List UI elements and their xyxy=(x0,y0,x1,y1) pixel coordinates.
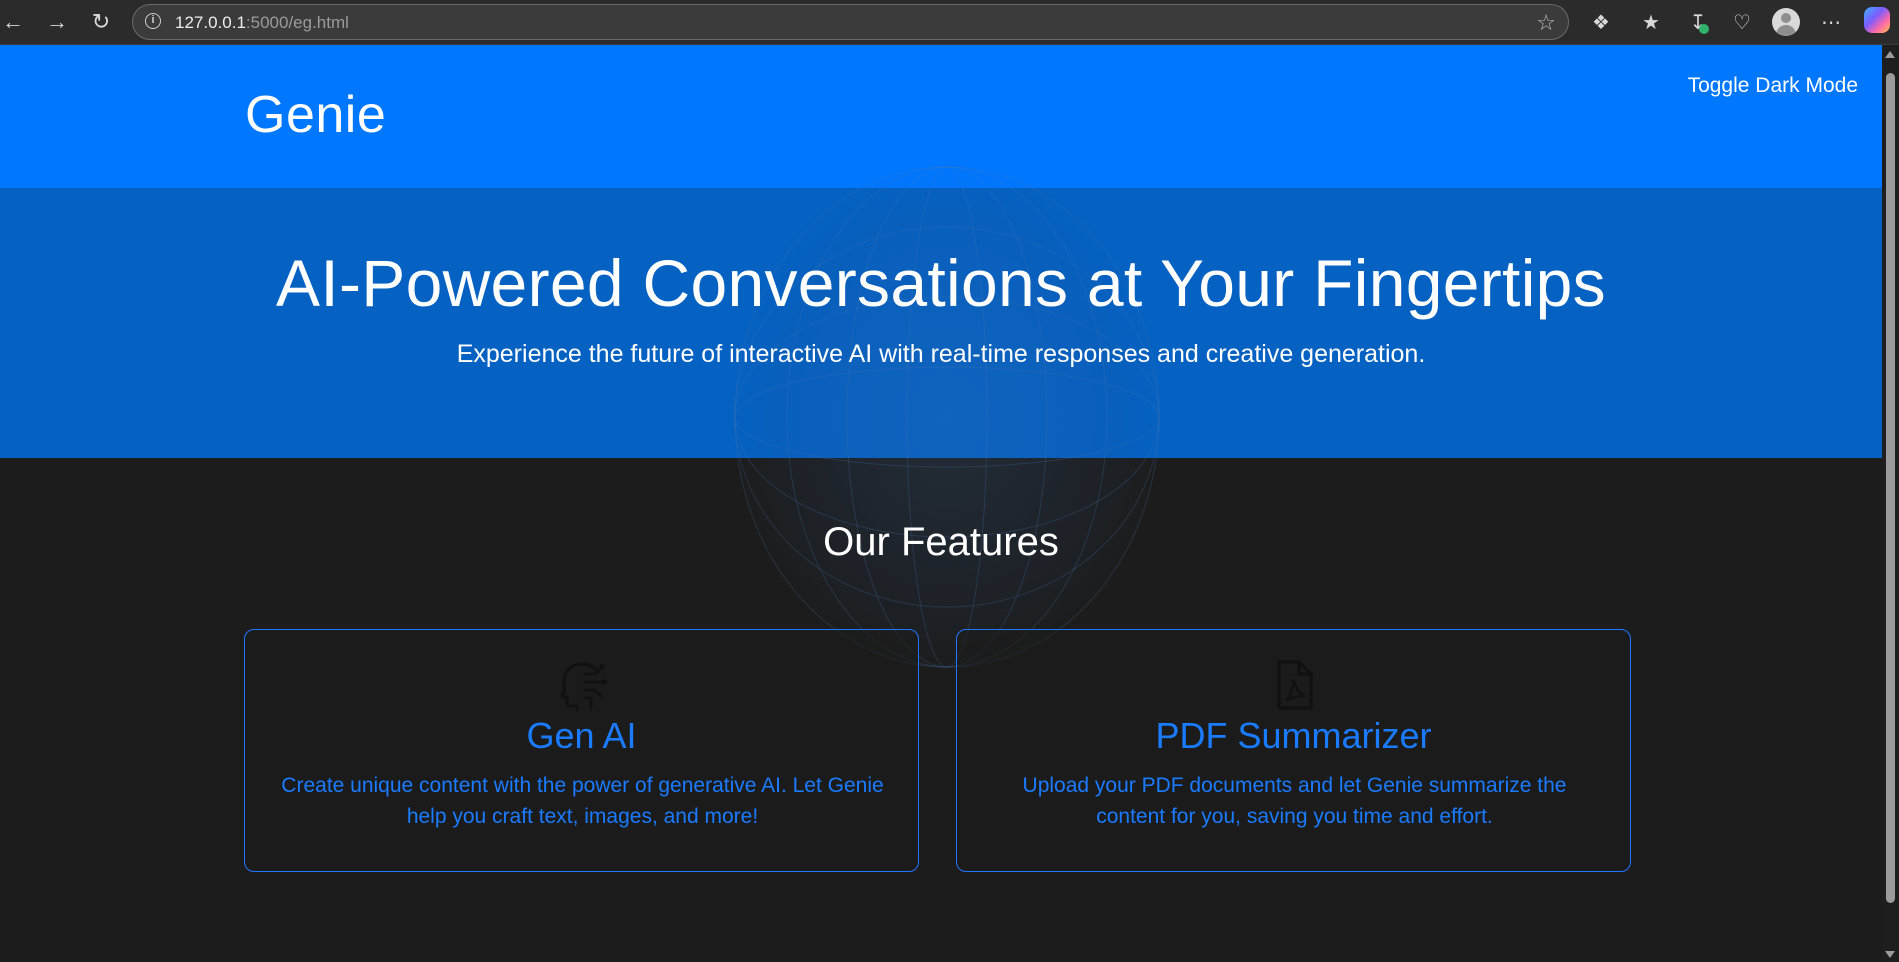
feature-description: Create unique content with the power of … xyxy=(281,774,884,828)
web-page: Genie Toggle Dark Mode AI-Powered Conver… xyxy=(0,45,1882,962)
dark-mode-toggle-button[interactable]: Toggle Dark Mode xyxy=(1688,74,1858,98)
brand-logo[interactable]: Genie xyxy=(245,85,386,145)
address-bar[interactable]: i 127.0.0.1:5000/eg.html ☆ xyxy=(132,4,1569,40)
scroll-down-arrow-icon[interactable] xyxy=(1885,951,1895,958)
favorite-star-icon[interactable]: ☆ xyxy=(1536,10,1556,36)
head-circuit-icon xyxy=(560,662,607,712)
hero-subtitle: Experience the future of interactive AI … xyxy=(456,340,1426,368)
more-menu-icon[interactable]: ⋯ xyxy=(1816,7,1846,37)
feature-title: PDF Summarizer xyxy=(1155,715,1432,756)
scroll-up-arrow-icon[interactable] xyxy=(1885,51,1895,58)
hero-title: AI-Powered Conversations at Your Fingert… xyxy=(276,246,1606,320)
globe-background-graphic xyxy=(733,165,1161,670)
profile-avatar-icon[interactable] xyxy=(1772,8,1800,36)
browser-toolbar: ← → ↻ i 127.0.0.1:5000/eg.html ☆ ❖ ★ ↧ ♡… xyxy=(0,0,1899,45)
downloads-icon[interactable]: ↧ xyxy=(1683,7,1713,37)
url-path: :5000/eg.html xyxy=(245,13,349,32)
site-info-icon[interactable]: i xyxy=(145,13,161,29)
forward-icon[interactable]: → xyxy=(42,7,72,37)
scrollbar-thumb[interactable] xyxy=(1886,73,1895,903)
feature-description: Upload your PDF documents and let Genie … xyxy=(1022,774,1567,828)
browser-essentials-icon[interactable]: ♡ xyxy=(1727,7,1757,37)
url-text[interactable]: 127.0.0.1:5000/eg.html xyxy=(175,13,349,33)
feature-card-pdf-summarizer[interactable]: PDF Summarizer Upload your PDF documents… xyxy=(956,629,1631,872)
page-scrollbar[interactable] xyxy=(1882,45,1899,962)
reload-icon[interactable]: ↻ xyxy=(86,7,116,37)
favorites-icon[interactable]: ★ xyxy=(1636,7,1666,37)
feature-title: Gen AI xyxy=(526,715,637,756)
copilot-icon[interactable] xyxy=(1864,7,1890,33)
feature-card-gen-ai[interactable]: Gen AI Create unique content with the po… xyxy=(244,629,919,872)
features-heading: Our Features xyxy=(823,520,1059,564)
extensions-icon[interactable]: ❖ xyxy=(1586,7,1616,37)
pdf-file-icon xyxy=(1277,660,1313,710)
url-host: 127.0.0.1 xyxy=(175,13,246,32)
download-complete-badge xyxy=(1699,24,1709,34)
back-icon[interactable]: ← xyxy=(0,7,28,37)
